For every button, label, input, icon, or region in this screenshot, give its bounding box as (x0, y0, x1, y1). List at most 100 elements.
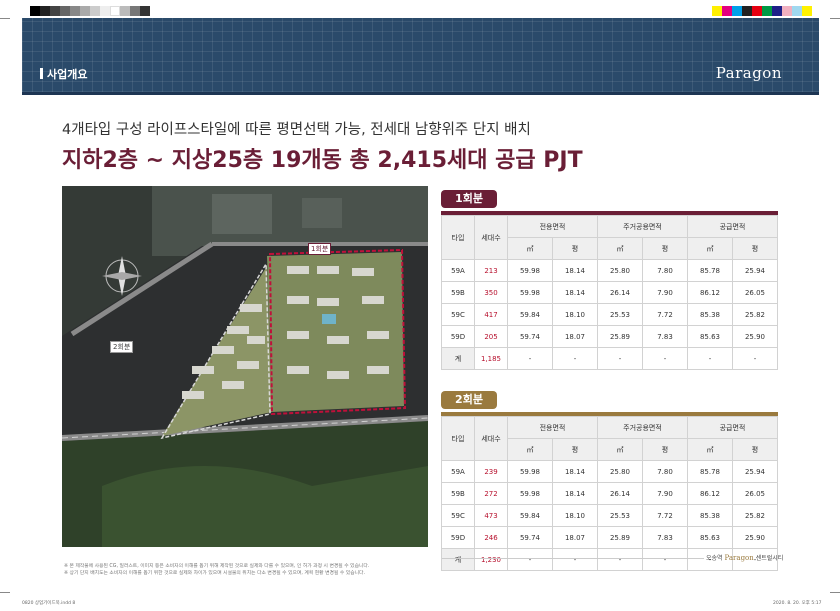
map-label-phase1: 1회분 (308, 243, 332, 255)
col-type: 타입 (441, 416, 475, 461)
table-row: 59C 417 59.84 18.10 25.53 7.72 85.38 25.… (441, 303, 778, 326)
cell-dash: - (507, 347, 553, 370)
cell-value: 59.74 (507, 526, 553, 549)
cell-units: 246 (474, 526, 508, 549)
disclaimer-line: ※ 상기 단지 배치도는 소비자의 이해를 돕기 위한 것으로 실제와 차이가 … (64, 571, 365, 576)
cell-value: 25.89 (597, 526, 643, 549)
col-pyeong: 평 (642, 237, 688, 260)
col-exclusive: 전용면적 (507, 416, 598, 439)
cell-units: 205 (474, 325, 508, 348)
table-row: 59D 246 59.74 18.07 25.89 7.83 85.63 25.… (441, 526, 778, 549)
cell-value: 59.98 (507, 281, 553, 304)
phase1-table: 타입 세대수 전용면적 주거공용면적 공급면적 ㎡ 평 ㎡ 평 ㎡ 평 59A … (441, 215, 778, 370)
cell-value: 26.14 (597, 482, 643, 505)
table-row: 59D 205 59.74 18.07 25.89 7.83 85.63 25.… (441, 325, 778, 348)
col-pyeong: 평 (552, 438, 598, 461)
crop-mark (830, 18, 840, 19)
cell-value: 25.82 (732, 504, 778, 527)
cell-value: 26.05 (732, 281, 778, 304)
footer-brand-name: Paragon (724, 554, 754, 562)
cell-value: 18.10 (552, 303, 598, 326)
col-supply: 공급면적 (687, 215, 778, 238)
cell-dash: - (732, 347, 778, 370)
col-sqm: ㎡ (507, 438, 553, 461)
col-sqm: ㎡ (597, 438, 643, 461)
phase2-badge: 2회분 (441, 391, 497, 409)
footer-disclaimer: ※ 본 제작물에 사용된 CG, 일러스트, 이미지 등은 소비자의 이해를 돕… (64, 563, 704, 577)
col-pyeong: 평 (552, 237, 598, 260)
color-swatches-left (30, 6, 150, 16)
table-row: 59A 239 59.98 18.14 25.80 7.80 85.78 25.… (441, 460, 778, 483)
cell-units: 350 (474, 281, 508, 304)
footer-brand-suffix: 센트럴시티 (755, 555, 784, 562)
table-row: 59B 272 59.98 18.14 26.14 7.90 86.12 26.… (441, 482, 778, 505)
cell-value: 85.38 (687, 504, 733, 527)
cell-units: 239 (474, 460, 508, 483)
cell-value: 85.63 (687, 526, 733, 549)
cell-value: 7.80 (642, 259, 688, 282)
cell-dash: - (597, 347, 643, 370)
crop-mark (0, 592, 10, 593)
col-units: 세대수 (474, 416, 508, 461)
footer-brand: 오송역 Paragon 센트럴시티 (706, 553, 783, 562)
cell-total-label: 계 (441, 347, 475, 370)
cell-value: 59.98 (507, 460, 553, 483)
col-pyeong: 평 (732, 237, 778, 260)
cell-value: 26.05 (732, 482, 778, 505)
cell-value: 18.14 (552, 281, 598, 304)
cell-value: 86.12 (687, 281, 733, 304)
cell-value: 25.90 (732, 325, 778, 348)
cell-type: 59B (441, 281, 475, 304)
col-sqm: ㎡ (507, 237, 553, 260)
cell-total-units: 1,185 (474, 347, 508, 370)
color-swatches-right (712, 6, 812, 16)
disclaimer-line: ※ 본 제작물에 사용된 CG, 일러스트, 이미지 등은 소비자의 이해를 돕… (64, 564, 370, 569)
cell-dash: - (687, 347, 733, 370)
phase1-badge: 1회분 (441, 190, 497, 208)
headline-title: 지하2층 ~ 지상25층 19개동 총 2,415세대 공급 PJT (62, 148, 583, 173)
cell-value: 26.14 (597, 281, 643, 304)
crop-mark (830, 592, 840, 593)
print-slug-date: 2020. 8. 20. 오후 5:17 (773, 601, 822, 606)
cell-units: 473 (474, 504, 508, 527)
cell-value: 85.63 (687, 325, 733, 348)
col-residential-common: 주거공용면적 (597, 215, 688, 238)
cell-value: 18.14 (552, 460, 598, 483)
col-supply: 공급면적 (687, 416, 778, 439)
phase1-section: 1회분 타입 세대수 전용면적 주거공용면적 공급면적 ㎡ 평 ㎡ 평 ㎡ 평 … (441, 187, 778, 370)
phase2-table: 타입 세대수 전용면적 주거공용면적 공급면적 ㎡ 평 ㎡ 평 ㎡ 평 59A … (441, 416, 778, 571)
cell-value: 25.89 (597, 325, 643, 348)
col-residential-common: 주거공용면적 (597, 416, 688, 439)
cell-value: 7.90 (642, 281, 688, 304)
col-sqm: ㎡ (687, 237, 733, 260)
footer-brand-prefix: 오송역 (706, 555, 723, 562)
cell-value: 18.10 (552, 504, 598, 527)
cell-value: 25.53 (597, 303, 643, 326)
cell-value: 25.94 (732, 259, 778, 282)
cell-value: 25.80 (597, 460, 643, 483)
cell-value: 18.07 (552, 325, 598, 348)
cell-value: 59.98 (507, 259, 553, 282)
col-sqm: ㎡ (597, 237, 643, 260)
cell-value: 25.80 (597, 259, 643, 282)
cell-value: 7.80 (642, 460, 688, 483)
cell-type: 59C (441, 504, 475, 527)
cell-value: 18.14 (552, 482, 598, 505)
headline-subtitle: 4개타입 구성 라이프스타일에 따른 평면선택 가능, 전세대 남향위주 단지 … (62, 122, 531, 138)
site-plan-map: 1회분 2회분 (62, 186, 428, 547)
cell-dash: - (552, 347, 598, 370)
cell-type: 59A (441, 460, 475, 483)
header-banner (22, 18, 819, 95)
phase2-section: 2회분 타입 세대수 전용면적 주거공용면적 공급면적 ㎡ 평 ㎡ 평 ㎡ 평 … (441, 388, 778, 571)
cell-units: 272 (474, 482, 508, 505)
col-exclusive: 전용면적 (507, 215, 598, 238)
cell-type: 59D (441, 526, 475, 549)
cell-type: 59D (441, 325, 475, 348)
col-pyeong: 평 (642, 438, 688, 461)
cell-value: 7.90 (642, 482, 688, 505)
cell-type: 59A (441, 259, 475, 282)
col-units: 세대수 (474, 215, 508, 260)
brand-logo: Paragon (715, 64, 782, 82)
cell-units: 213 (474, 259, 508, 282)
cell-value: 85.78 (687, 460, 733, 483)
